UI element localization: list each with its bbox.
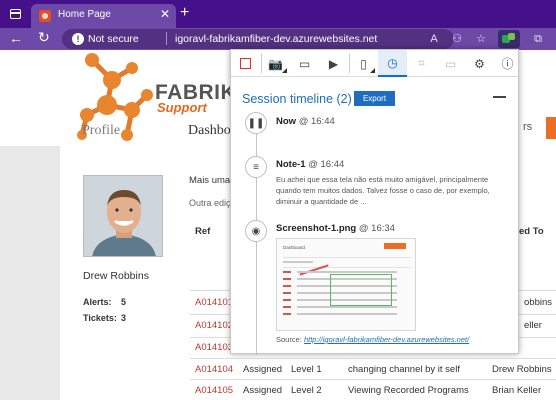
avatar <box>83 175 163 257</box>
ticket-assignee: Brian Keller <box>492 385 542 396</box>
video-icon: ▶ <box>328 56 339 71</box>
tab-actions-icon[interactable] <box>4 4 26 24</box>
ticket-ref-link[interactable]: A014101 <box>195 297 233 308</box>
alerts-count: 5 <box>121 297 127 307</box>
session-panel: 📷 ▭ ▶ ▯ ◷ ⌗ ▭ ⚙ ⓘ Session timeline (2) E… <box>230 49 519 355</box>
timeline-item-note[interactable]: Note-1 @ 16:44 <box>276 159 344 170</box>
url-text[interactable]: igoravl-fabrikamfiber-dev.azurewebsites.… <box>175 33 377 45</box>
timeline-button[interactable]: ◷ <box>378 50 407 77</box>
timeline-item-screenshot[interactable]: Screenshot-1.png @ 16:34 <box>276 223 395 234</box>
warning-icon[interactable]: ! <box>72 33 84 45</box>
row-divider <box>190 358 556 359</box>
refresh-button[interactable]: ↻ <box>38 29 50 46</box>
gear-icon: ⚙ <box>474 56 485 71</box>
alerts-stat: Alerts: 5 <box>83 297 127 307</box>
new-tab-button[interactable]: + <box>180 3 189 23</box>
edit-text: Outra ediç <box>189 198 231 208</box>
row-divider <box>190 379 556 380</box>
session-timeline-title: Session timeline (2) <box>242 92 352 106</box>
ticket-level: Level 2 <box>291 385 322 396</box>
read-aloud-icon[interactable]: A <box>426 31 442 47</box>
note-icon: ▭ <box>298 56 311 71</box>
ticket-assignee: Drew Robbins <box>492 364 552 375</box>
ticket-title: Viewing Recorded Programs <box>348 385 469 396</box>
ticket-ref-link[interactable]: A014105 <box>195 385 233 396</box>
profile-icon[interactable]: ⚇ <box>449 31 465 47</box>
source-link[interactable]: http://igoravl-fabrikamfiber-dev.azurewe… <box>304 335 469 344</box>
active-tab[interactable]: Home Page ✕ <box>31 4 176 28</box>
intro-text: Mais uma <box>189 175 231 186</box>
info-button[interactable]: ⓘ <box>493 50 522 77</box>
camera-icon: 📷 <box>268 56 283 71</box>
tickets-count: 3 <box>121 313 127 323</box>
note-body: Eu achei que essa tela não está muito am… <box>276 175 490 206</box>
security-label[interactable]: Not secure <box>88 33 139 45</box>
extension-icon[interactable] <box>498 30 520 48</box>
tab-close-icon[interactable]: ✕ <box>160 7 170 21</box>
document-icon: ▯ <box>360 56 367 71</box>
profile-heading: Profile <box>82 123 121 138</box>
take-note-button[interactable]: ▭ <box>290 50 319 77</box>
back-button[interactable]: ← <box>9 30 23 46</box>
related-items-button[interactable]: ⌗ <box>407 50 436 77</box>
tab-title: Home Page <box>58 9 111 20</box>
ref-column-header: Ref <box>195 226 211 237</box>
capture-screenshot-button[interactable]: 📷 <box>261 50 290 77</box>
dashboard-heading: Dashbo <box>188 123 231 138</box>
panel-toolbar: 📷 ▭ ▶ ▯ ◷ ⌗ ▭ ⚙ ⓘ <box>231 50 518 77</box>
ticket-assignee: eller <box>524 320 542 331</box>
settings-button[interactable]: ⚙ <box>465 50 494 77</box>
nav-link-partial[interactable]: rs <box>523 121 532 133</box>
stop-session-button[interactable] <box>231 50 260 77</box>
clock-icon: ◷ <box>387 55 398 70</box>
record-video-button[interactable]: ▶ <box>319 50 348 77</box>
favorite-icon[interactable]: ☆ <box>473 31 489 47</box>
comment-button[interactable]: ▭ <box>436 50 465 77</box>
browser-tab-bar: Home Page ✕ + <box>0 0 556 28</box>
url-divider <box>166 32 167 45</box>
ticket-status: Assigned <box>243 385 283 396</box>
ticket-level: Level 1 <box>291 364 322 375</box>
stop-icon <box>240 58 251 69</box>
user-name: Drew Robbins <box>83 270 149 282</box>
more-icon[interactable]: ⧉ <box>530 31 546 47</box>
ticket-ref-link[interactable]: A014102 <box>195 320 233 331</box>
user-photo <box>84 176 162 256</box>
assigned-column-header: ed To <box>519 226 544 237</box>
minimize-icon[interactable] <box>493 96 506 98</box>
note-icon: ≡ <box>245 156 267 178</box>
timeline-item-now: Now @ 16:44 <box>276 116 335 127</box>
comment-icon: ▭ <box>444 56 457 71</box>
camera-icon: ◉ <box>245 220 267 242</box>
info-icon: ⓘ <box>501 57 514 71</box>
export-button[interactable]: Export <box>354 91 395 106</box>
pause-icon[interactable]: ❚❚ <box>245 112 267 134</box>
ticket-assignee: obbins <box>524 297 552 308</box>
url-field[interactable]: ! Not secure igoravl-fabrikamfiber-dev.a… <box>62 29 454 49</box>
address-bar: ← ↻ ! Not secure igoravl-fabrikamfiber-d… <box>0 28 556 50</box>
ticket-ref-link[interactable]: A014104 <box>195 364 233 375</box>
logo-subtitle: Support <box>157 100 207 115</box>
screenshot-thumbnail[interactable]: Dashboard <box>276 238 416 331</box>
tickets-stat: Tickets: 3 <box>83 313 127 323</box>
link-icon: ⌗ <box>418 56 425 70</box>
favicon-icon <box>39 10 51 22</box>
ticket-ref-link[interactable]: A014103 <box>195 342 233 353</box>
ticket-title: changing channel by it self <box>348 364 460 375</box>
create-work-item-button[interactable]: ▯ <box>349 50 378 77</box>
ticket-status: Assigned <box>243 364 283 375</box>
screenshot-source: Source: http://igoravl-fabrikamfiber-dev… <box>276 335 470 344</box>
orange-button-edge[interactable] <box>546 117 556 139</box>
